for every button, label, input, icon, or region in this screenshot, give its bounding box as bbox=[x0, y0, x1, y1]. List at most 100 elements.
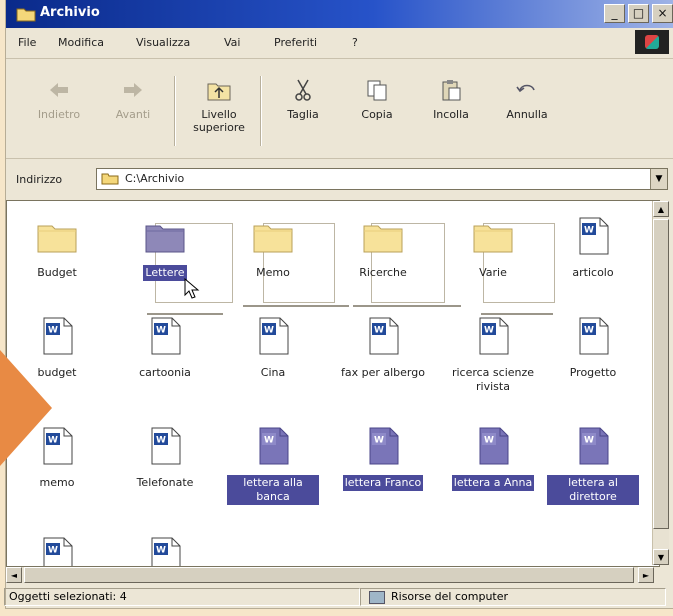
word-document-icon: W bbox=[573, 217, 613, 257]
file-item[interactable]: Wricerca scienze rivista bbox=[447, 317, 539, 395]
vertical-scrollbar[interactable]: ▲ ▼ bbox=[652, 201, 669, 565]
scroll-up-icon[interactable]: ▲ bbox=[653, 201, 669, 217]
forward-label: Avanti bbox=[115, 108, 151, 121]
back-label: Indietro bbox=[37, 108, 81, 121]
item-label: memo bbox=[39, 476, 75, 489]
word-document-icon: W bbox=[473, 317, 513, 357]
item-label: Varie bbox=[479, 266, 507, 279]
copy-label: Copia bbox=[361, 108, 393, 121]
menu-modifica[interactable]: Modifica bbox=[58, 36, 104, 49]
svg-text:W: W bbox=[264, 436, 274, 446]
folder-icon bbox=[145, 217, 185, 257]
file-item[interactable]: W Telefonate bbox=[119, 427, 211, 491]
undo-label: Annulla bbox=[506, 108, 548, 121]
undo-button[interactable]: Annulla bbox=[492, 78, 562, 121]
undo-icon bbox=[516, 84, 535, 93]
close-button[interactable]: × bbox=[652, 4, 673, 23]
forward-arrow-icon bbox=[124, 83, 142, 97]
address-dropdown-icon[interactable]: ▼ bbox=[650, 169, 667, 189]
address-label: Indirizzo bbox=[16, 173, 63, 186]
item-label: lettera a Anna bbox=[451, 475, 535, 491]
item-label: Telefonate bbox=[136, 476, 194, 489]
file-item[interactable]: W Progetto bbox=[547, 317, 639, 381]
divider bbox=[353, 305, 461, 307]
item-label: fax per albergo bbox=[341, 366, 425, 379]
svg-text:W: W bbox=[48, 546, 58, 556]
folder-icon bbox=[37, 217, 77, 257]
scroll-thumb[interactable] bbox=[653, 219, 669, 529]
toolbar: Indietro Avanti Livello superiore Taglia… bbox=[6, 60, 673, 159]
item-label: Cina bbox=[260, 366, 286, 379]
folder-item[interactable]: Budget bbox=[11, 217, 103, 281]
divider bbox=[481, 313, 553, 315]
item-label: ricerca scienze rivista bbox=[451, 366, 535, 393]
file-item[interactable]: Wlettera alla banca bbox=[227, 427, 319, 505]
file-item[interactable]: Wcartoonia bbox=[119, 317, 211, 381]
windows-logo bbox=[635, 30, 669, 54]
word-document-icon: W bbox=[573, 317, 613, 357]
scroll-left-icon[interactable]: ◄ bbox=[6, 567, 22, 583]
folder-icon bbox=[101, 173, 119, 185]
copy-button[interactable]: Copia bbox=[342, 78, 412, 121]
item-label: Ricerche bbox=[359, 266, 407, 279]
file-item[interactable]: Warticolo bbox=[547, 217, 639, 281]
file-item[interactable]: W Cina bbox=[227, 317, 319, 381]
forward-button[interactable]: Avanti bbox=[98, 78, 168, 121]
file-item[interactable]: Wfax per albergo bbox=[337, 317, 429, 381]
menu-help[interactable]: ? bbox=[352, 36, 358, 49]
address-bar: Indirizzo C:\Archivio ▼ bbox=[6, 162, 673, 196]
maximize-button[interactable]: □ bbox=[628, 4, 649, 23]
file-item[interactable]: Wlettera al direttore bbox=[547, 427, 639, 505]
status-bar: Oggetti selezionati: 4 Risorse del compu… bbox=[0, 586, 667, 608]
menu-visualizza[interactable]: Visualizza bbox=[136, 36, 190, 49]
horizontal-scrollbar[interactable]: ◄ ► bbox=[6, 567, 654, 583]
back-arrow-icon bbox=[50, 83, 68, 97]
word-document-icon: W bbox=[363, 317, 403, 357]
folder-item[interactable]: Varie bbox=[447, 217, 539, 281]
file-item[interactable]: W bbox=[119, 537, 211, 566]
selected-count: Oggetti selezionati: 4 bbox=[4, 588, 360, 606]
scroll-down-icon[interactable]: ▼ bbox=[653, 549, 669, 565]
word-document-icon: W bbox=[145, 537, 185, 566]
minimize-button[interactable]: _ bbox=[604, 4, 625, 23]
window-title: Archivio bbox=[40, 5, 100, 20]
item-label: Lettere bbox=[143, 265, 187, 281]
scroll-thumb[interactable] bbox=[24, 567, 634, 583]
address-value: C:\Archivio bbox=[125, 172, 185, 185]
cut-label: Taglia bbox=[287, 108, 319, 121]
item-label: Budget bbox=[37, 266, 77, 279]
item-label: cartoonia bbox=[139, 366, 191, 379]
cut-button[interactable]: Taglia bbox=[268, 78, 338, 121]
scroll-right-icon[interactable]: ► bbox=[638, 567, 654, 583]
paste-button[interactable]: Incolla bbox=[416, 78, 486, 121]
up-folder-icon bbox=[207, 83, 231, 101]
menu-bar: File Modifica Visualizza Vai Preferiti ? bbox=[6, 28, 673, 59]
file-item[interactable]: W bbox=[11, 537, 103, 566]
svg-text:W: W bbox=[374, 326, 384, 336]
back-button[interactable]: Indietro bbox=[24, 78, 94, 121]
scissors-icon bbox=[295, 79, 311, 101]
word-document-icon: W bbox=[145, 317, 185, 357]
folder-item[interactable]: Ricerche bbox=[337, 217, 429, 281]
address-field[interactable]: C:\Archivio ▼ bbox=[96, 168, 668, 190]
menu-preferiti[interactable]: Preferiti bbox=[274, 36, 317, 49]
item-label: lettera al direttore bbox=[547, 475, 639, 505]
menu-file[interactable]: File bbox=[18, 36, 36, 49]
svg-text:W: W bbox=[264, 326, 274, 336]
item-label: lettera Franco bbox=[342, 475, 424, 491]
file-item[interactable]: Wlettera a Anna bbox=[447, 427, 539, 491]
folder-item[interactable]: Lettere bbox=[119, 217, 211, 281]
svg-text:W: W bbox=[48, 326, 58, 336]
file-item[interactable]: Wlettera Franco bbox=[337, 427, 429, 491]
word-document-icon: W bbox=[573, 427, 613, 467]
divider bbox=[147, 313, 223, 315]
divider bbox=[243, 305, 349, 307]
pointer-arrow-icon bbox=[0, 350, 52, 466]
title-bar[interactable]: Archivio _ □ × bbox=[6, 0, 673, 28]
folder-item[interactable]: Memo bbox=[227, 217, 319, 281]
item-label: articolo bbox=[572, 266, 614, 279]
menu-vai[interactable]: Vai bbox=[224, 36, 240, 49]
up-level-button[interactable]: Livello superiore bbox=[182, 78, 256, 134]
paste-icon bbox=[442, 80, 461, 101]
word-document-icon: W bbox=[253, 427, 293, 467]
